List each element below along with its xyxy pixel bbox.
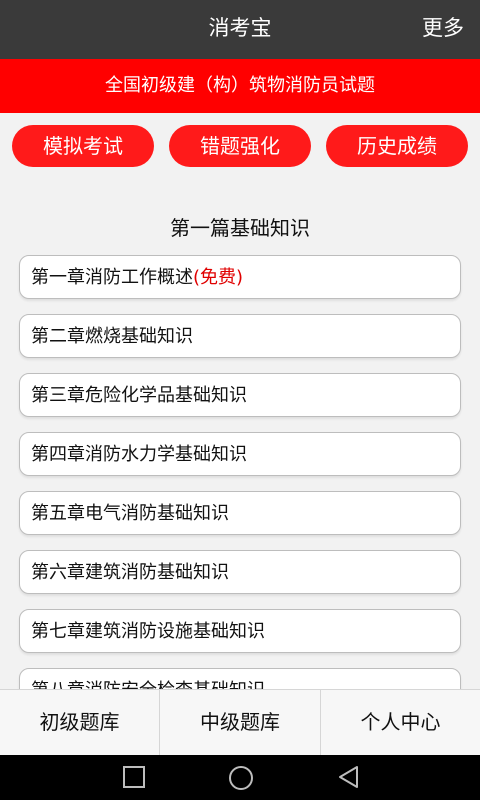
chapter-label: 第八章消防安全检查基础知识	[31, 680, 265, 689]
chapter-label: 第六章建筑消防基础知识	[31, 562, 229, 583]
chapter-label: 第一章消防工作概述	[31, 267, 193, 288]
chapter-item-4[interactable]: 第四章消防水力学基础知识	[19, 432, 461, 476]
chapter-label: 第五章电气消防基础知识	[31, 503, 229, 524]
chapter-list[interactable]: 第一章消防工作概述(免费) 第二章燃烧基础知识 第三章危险化学品基础知识 第四章…	[0, 255, 480, 689]
bottom-tab-bar: 初级题库 中级题库 个人中心	[0, 689, 480, 756]
chapter-item-2[interactable]: 第二章燃烧基础知识	[19, 314, 461, 358]
wrong-questions-button[interactable]: 错题强化	[169, 125, 311, 167]
chapter-item-7[interactable]: 第七章建筑消防设施基础知识	[19, 609, 461, 653]
chapter-item-8[interactable]: 第八章消防安全检查基础知识	[19, 668, 461, 689]
chapter-label: 第三章危险化学品基础知识	[31, 385, 247, 406]
chapter-item-6[interactable]: 第六章建筑消防基础知识	[19, 550, 461, 594]
history-scores-button[interactable]: 历史成绩	[326, 125, 468, 167]
tab-beginner-bank[interactable]: 初级题库	[0, 690, 159, 756]
chapter-label: 第四章消防水力学基础知识	[31, 444, 247, 465]
chapter-label: 第七章建筑消防设施基础知识	[31, 621, 265, 642]
system-nav-bar	[0, 755, 480, 800]
chapter-item-3[interactable]: 第三章危险化学品基础知识	[19, 373, 461, 417]
more-button[interactable]: 更多	[422, 0, 464, 59]
app-header: 消考宝 更多	[0, 0, 480, 59]
mock-exam-button[interactable]: 模拟考试	[12, 125, 154, 167]
tab-personal-center[interactable]: 个人中心	[321, 690, 480, 756]
chapter-label: 第二章燃烧基础知识	[31, 326, 193, 347]
chapter-item-5[interactable]: 第五章电气消防基础知识	[19, 491, 461, 535]
app-title: 消考宝	[208, 16, 272, 40]
home-icon[interactable]	[210, 755, 270, 800]
exam-subtitle-bar: 全国初级建（构）筑物消防员试题	[0, 59, 480, 113]
tab-intermediate-bank[interactable]: 中级题库	[160, 690, 320, 756]
free-badge: (免费)	[193, 267, 244, 288]
back-icon[interactable]	[318, 755, 378, 800]
chapter-item-1[interactable]: 第一章消防工作概述(免费)	[19, 255, 461, 299]
section-title: 第一篇基础知识	[170, 216, 310, 240]
action-button-row: 模拟考试 错题强化 历史成绩	[0, 125, 480, 167]
recent-apps-icon[interactable]	[104, 755, 164, 800]
